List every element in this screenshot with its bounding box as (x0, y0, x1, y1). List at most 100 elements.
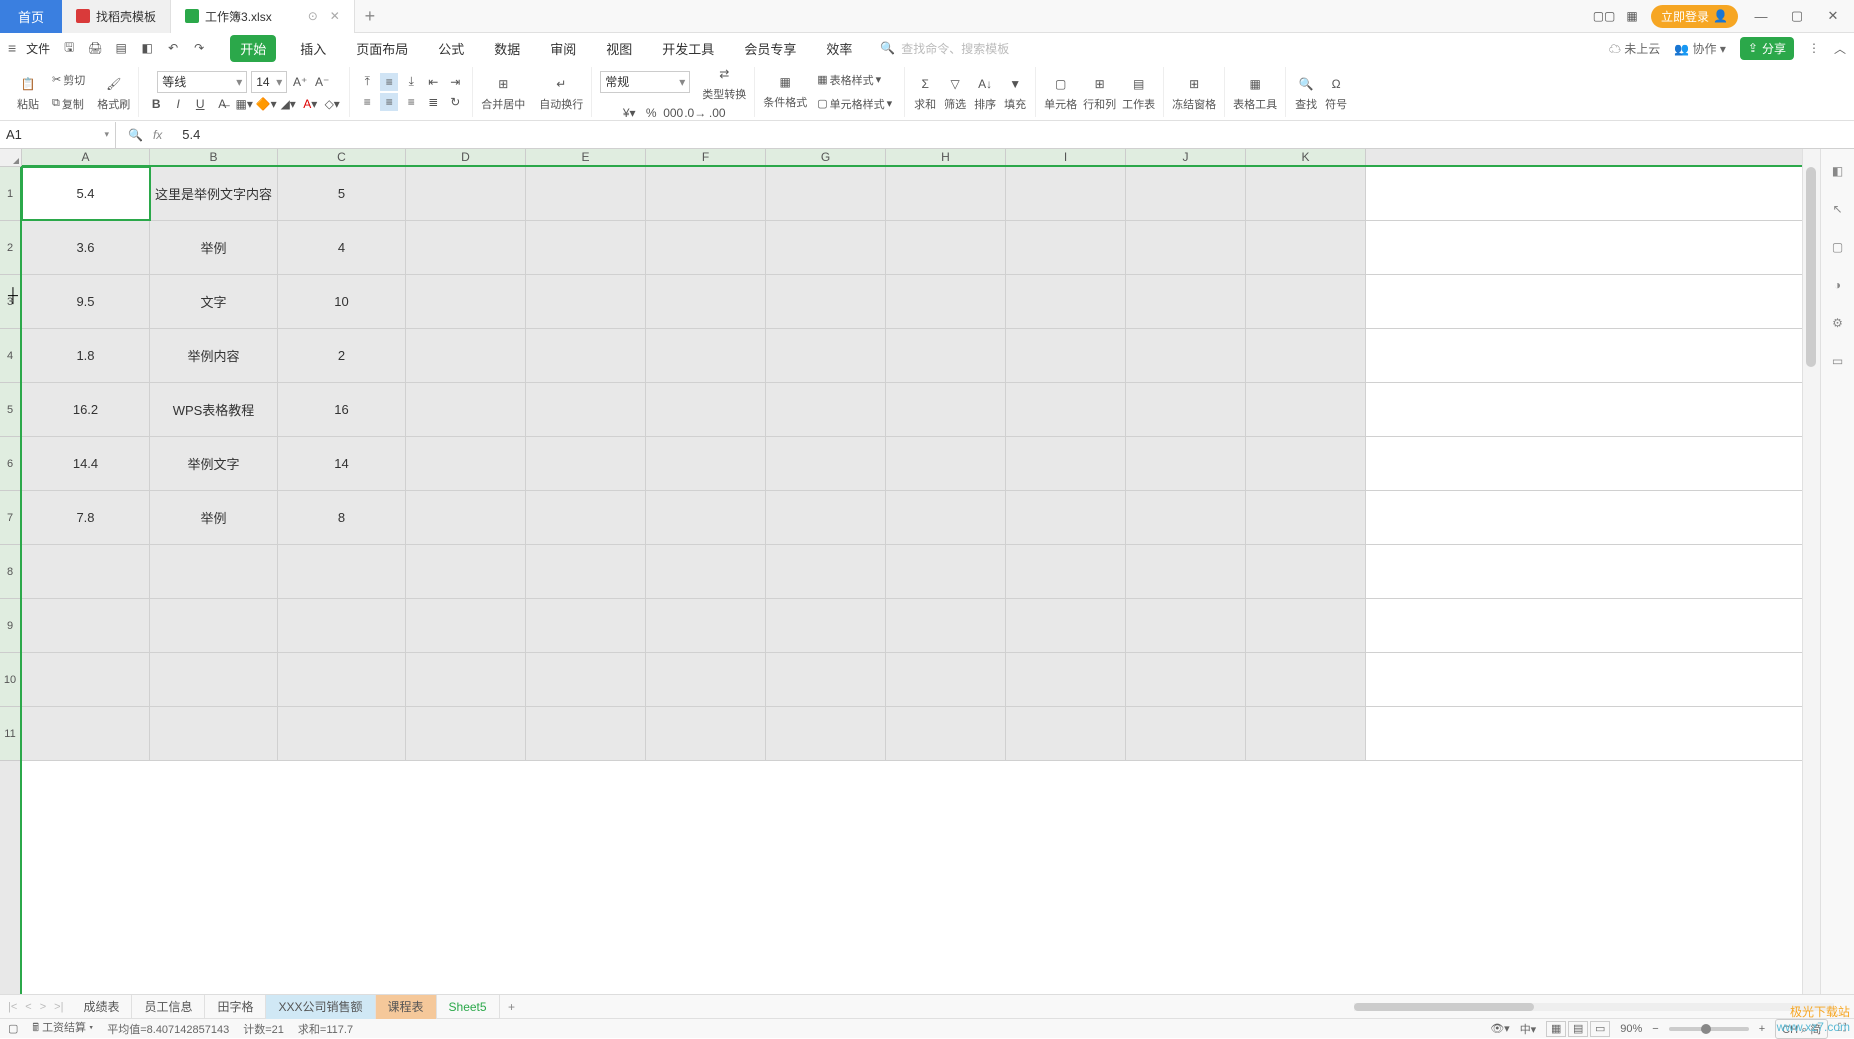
status-calc[interactable]: 🖩 工资结算 ▾ (32, 1019, 93, 1038)
cell-F4[interactable] (646, 329, 766, 382)
tab-home[interactable]: 首页 (0, 0, 62, 33)
cell-J11[interactable] (1126, 707, 1246, 760)
font-increase-icon[interactable]: A⁺ (291, 73, 309, 91)
sidepane-record-icon[interactable]: ▭ (1828, 351, 1848, 371)
freeze-icon[interactable]: ⊞ (1182, 72, 1206, 96)
column-header-K[interactable]: K (1246, 149, 1366, 165)
row-header-10[interactable]: 10 (0, 653, 20, 707)
cell-D9[interactable] (406, 599, 526, 652)
fullscreen-icon[interactable]: ⛶ (1838, 1022, 1846, 1035)
cell-B7[interactable]: 举例 (150, 491, 278, 544)
cell-I2[interactable] (1006, 221, 1126, 274)
sheet-tab-2[interactable]: 田字格 (205, 995, 266, 1019)
cell-H10[interactable] (886, 653, 1006, 706)
cell-H9[interactable] (886, 599, 1006, 652)
cut-button[interactable]: ✂ 剪切 (48, 70, 89, 90)
sheet-nav-last-icon[interactable]: >| (54, 1001, 63, 1013)
cell-C10[interactable] (278, 653, 406, 706)
column-header-D[interactable]: D (406, 149, 526, 165)
cell-H6[interactable] (886, 437, 1006, 490)
find-icon[interactable]: 🔍 (1294, 72, 1318, 96)
cell-E2[interactable] (526, 221, 646, 274)
cell-C11[interactable] (278, 707, 406, 760)
menutab-start[interactable]: 开始 (230, 35, 276, 62)
align-top-icon[interactable]: ⤒ (358, 73, 376, 91)
cell-J1[interactable] (1126, 167, 1246, 220)
sheet-nav-first-icon[interactable]: |< (8, 1001, 17, 1013)
sheet-tab-4[interactable]: 课程表 (376, 995, 437, 1019)
cell-F1[interactable] (646, 167, 766, 220)
cell-E5[interactable] (526, 383, 646, 436)
cell-B11[interactable] (150, 707, 278, 760)
row-header-11[interactable]: 11 (0, 707, 20, 761)
clear-format-icon[interactable]: ◇▾ (323, 95, 341, 113)
cell-C2[interactable]: 4 (278, 221, 406, 274)
cell-G7[interactable] (766, 491, 886, 544)
qat-print-icon[interactable]: 🖨 (86, 39, 104, 57)
menutab-data[interactable]: 数据 (488, 35, 526, 62)
filter-icon[interactable]: ▽ (943, 72, 967, 96)
cell-G1[interactable] (766, 167, 886, 220)
menutab-insert[interactable]: 插入 (294, 35, 332, 62)
cell-F10[interactable] (646, 653, 766, 706)
fill-icon[interactable]: ▼ (1003, 72, 1027, 96)
sort-icon[interactable]: A↓ (973, 72, 997, 96)
window-close[interactable]: ✕ (1820, 3, 1846, 29)
cell-K5[interactable] (1246, 383, 1366, 436)
merge-icon[interactable]: ⊞ (491, 72, 515, 96)
cell-F2[interactable] (646, 221, 766, 274)
qat-save-icon[interactable]: 🖫 (60, 39, 78, 57)
sheet-tab-0[interactable]: 成绩表 (71, 995, 132, 1019)
cell-I5[interactable] (1006, 383, 1126, 436)
decimal-inc-icon[interactable]: .0→ (686, 104, 704, 122)
cell-C8[interactable] (278, 545, 406, 598)
align-justify-icon[interactable]: ≣ (424, 93, 442, 111)
cell-D11[interactable] (406, 707, 526, 760)
cell-H8[interactable] (886, 545, 1006, 598)
cell-D10[interactable] (406, 653, 526, 706)
cell-K3[interactable] (1246, 275, 1366, 328)
collab-button[interactable]: 👥 协作 ▾ (1674, 40, 1726, 57)
vertical-scrollbar[interactable] (1802, 149, 1820, 994)
cell-style-button[interactable]: ▢ 单元格样式 ▾ (813, 94, 896, 114)
bold-icon[interactable]: B (147, 95, 165, 113)
sidepane-select-icon[interactable]: ↖ (1828, 199, 1848, 219)
cell-I7[interactable] (1006, 491, 1126, 544)
tab-workbook[interactable]: 工作簿3.xlsx ⊙ ✕ (171, 0, 355, 33)
row-header-6[interactable]: 6 (0, 437, 20, 491)
cell-D4[interactable] (406, 329, 526, 382)
type-convert-icon[interactable]: ⇄ (712, 62, 736, 86)
cell-H7[interactable] (886, 491, 1006, 544)
indent-increase-icon[interactable]: ⇥ (446, 73, 464, 91)
menutab-member[interactable]: 会员专享 (738, 35, 802, 62)
rowcol-icon[interactable]: ⊞ (1088, 72, 1112, 96)
number-format-select[interactable]: 常规▾ (600, 71, 690, 93)
cell-A9[interactable] (22, 599, 150, 652)
sheet-tab-3[interactable]: XXX公司销售额 (266, 995, 375, 1019)
cell-H3[interactable] (886, 275, 1006, 328)
cell-G6[interactable] (766, 437, 886, 490)
cell-K1[interactable] (1246, 167, 1366, 220)
cell-J8[interactable] (1126, 545, 1246, 598)
cell-D7[interactable] (406, 491, 526, 544)
cell-F8[interactable] (646, 545, 766, 598)
cell-B6[interactable]: 举例文字 (150, 437, 278, 490)
menutab-review[interactable]: 审阅 (544, 35, 582, 62)
cell-B8[interactable] (150, 545, 278, 598)
qat-preview-icon[interactable]: ▤ (112, 39, 130, 57)
cell-I3[interactable] (1006, 275, 1126, 328)
cell-B4[interactable]: 举例内容 (150, 329, 278, 382)
cell-K10[interactable] (1246, 653, 1366, 706)
italic-icon[interactable]: I (169, 95, 187, 113)
layout-icon[interactable]: ▢▢ (1595, 7, 1613, 25)
vscroll-thumb[interactable] (1806, 167, 1816, 367)
zoom-out-icon[interactable]: − (1652, 1023, 1658, 1035)
cell-A10[interactable] (22, 653, 150, 706)
cell-D1[interactable] (406, 167, 526, 220)
sheet-tab-5[interactable]: Sheet5 (437, 995, 500, 1019)
cell-K9[interactable] (1246, 599, 1366, 652)
cell-G8[interactable] (766, 545, 886, 598)
window-maximize[interactable]: ▢ (1784, 3, 1810, 29)
cell-F5[interactable] (646, 383, 766, 436)
tab-close-icon[interactable]: ✕ (330, 9, 340, 23)
